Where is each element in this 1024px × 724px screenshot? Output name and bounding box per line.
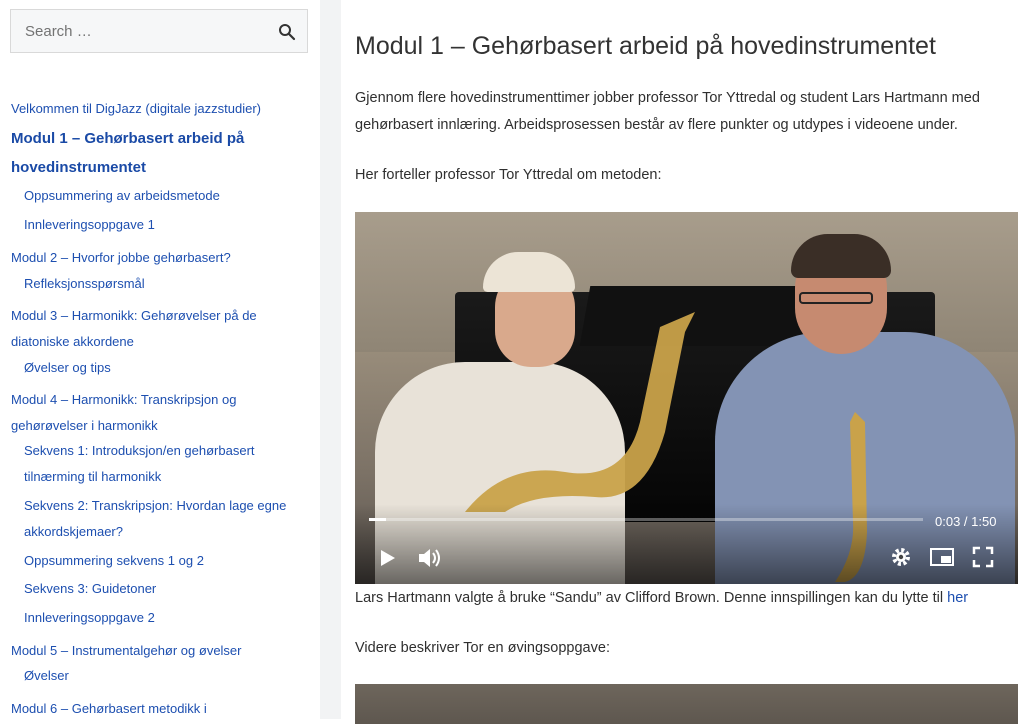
nav-item-refleksjonssporsmal[interactable]: Refleksjonsspørsmål: [24, 276, 145, 292]
search-input[interactable]: [11, 10, 275, 52]
nav-item-innleveringsoppgave-2[interactable]: Innleveringsoppgave 2: [24, 610, 155, 626]
nav-item-innleveringsoppgave-1[interactable]: Innleveringsoppgave 1: [24, 217, 155, 233]
nav-item-sekvens-1[interactable]: Sekvens 1: Introduksjon/en gehørbasert: [24, 443, 255, 459]
volume-icon[interactable]: [417, 546, 445, 575]
nav-item-modul-2[interactable]: Modul 2 – Hvorfor jobbe gehørbasert?: [11, 250, 231, 266]
nav-item-modul-1-cont[interactable]: hovedinstrumentet: [11, 160, 146, 176]
nav-item-modul-4-cont[interactable]: gehørøvelser i harmonikk: [11, 418, 158, 434]
search-box: [10, 9, 308, 53]
nav-item-velkommen[interactable]: Velkommen til DigJazz (digitale jazzstud…: [11, 101, 261, 117]
nav-item-sekvens-3[interactable]: Sekvens 3: Guidetoner: [24, 581, 156, 597]
video-controls: [355, 504, 1018, 584]
page-title: Modul 1 – Gehørbasert arbeid på hovedins…: [355, 32, 936, 60]
video-time: 0:03 / 1:50: [935, 514, 997, 529]
nav-item-modul-5[interactable]: Modul 5 – Instrumentalgehør og øvelser: [11, 643, 242, 659]
video-player[interactable]: 0:03 / 1:50: [355, 212, 1018, 584]
nav-item-sekvens-2[interactable]: Sekvens 2: Transkripsjon: Hvordan lage e…: [24, 498, 286, 514]
settings-icon[interactable]: [890, 546, 912, 573]
nav-item-ovelser-og-tips[interactable]: Øvelser og tips: [24, 360, 111, 376]
saxophone-image: [465, 312, 695, 512]
nav-item-sekvens-2-cont[interactable]: akkordskjemaer?: [24, 524, 123, 540]
nav-item-oppsummering-arbeidsmetode[interactable]: Oppsummering av arbeidsmetode: [24, 188, 220, 204]
second-video-player[interactable]: [355, 684, 1018, 724]
nav-item-ovelser[interactable]: Øvelser: [24, 668, 69, 684]
play-icon[interactable]: [379, 548, 397, 573]
caption-link[interactable]: her: [947, 590, 968, 606]
nav-item-modul-3[interactable]: Modul 3 – Harmonikk: Gehørøvelser på de: [11, 308, 257, 324]
video-progress-bar[interactable]: [369, 518, 923, 521]
video-progress-fill: [369, 518, 386, 521]
nav-item-modul-3-cont[interactable]: diatoniske akkordene: [11, 334, 134, 350]
intro-paragraph-line-2: gehørbasert innlæring. Arbeidsprosessen …: [355, 117, 958, 133]
fullscreen-icon[interactable]: [972, 546, 994, 573]
caption-text: Lars Hartmann valgte å bruke “Sandu” av …: [355, 590, 948, 606]
nav-item-oppsummering-sekvens[interactable]: Oppsummering sekvens 1 og 2: [24, 553, 204, 569]
nav-item-modul-4[interactable]: Modul 4 – Harmonikk: Transkripsjon og: [11, 392, 236, 408]
picture-in-picture-icon[interactable]: [929, 546, 955, 573]
video-caption: Lars Hartmann valgte å bruke “Sandu” av …: [355, 590, 968, 606]
intro-paragraph-line-1: Gjennom flere hovedinstrumenttimer jobbe…: [355, 90, 980, 106]
lead-paragraph: Her forteller professor Tor Yttredal om …: [355, 167, 662, 183]
next-lead-paragraph: Videre beskriver Tor en øvingsoppgave:: [355, 640, 610, 656]
sidebar-divider: [320, 0, 341, 719]
main-content: Modul 1 – Gehørbasert arbeid på hovedins…: [341, 0, 1024, 724]
nav-item-modul-6[interactable]: Modul 6 – Gehørbasert metodikk i: [11, 701, 207, 717]
nav-item-modul-1[interactable]: Modul 1 – Gehørbasert arbeid på: [11, 131, 244, 147]
search-icon[interactable]: [277, 22, 297, 42]
nav-item-sekvens-1-cont[interactable]: tilnærming til harmonikk: [24, 469, 161, 485]
sidebar: Velkommen til DigJazz (digitale jazzstud…: [0, 0, 320, 719]
